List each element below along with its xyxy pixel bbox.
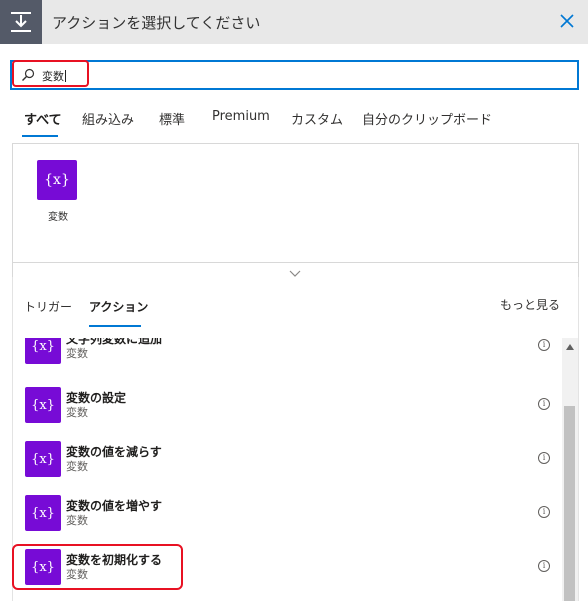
variable-icon: {x} <box>25 338 61 364</box>
tab-all[interactable]: すべて <box>24 109 62 128</box>
tab-triggers[interactable]: トリガー <box>24 298 72 315</box>
variable-icon: {x} <box>25 441 61 477</box>
action-subtitle: 変数 <box>66 347 88 360</box>
action-set-variable[interactable]: {x} 変数の設定 変数 i <box>12 387 562 441</box>
panel-divider <box>13 262 578 263</box>
tab-actions[interactable]: アクション <box>89 298 148 315</box>
search-input[interactable]: 変数 <box>10 60 579 90</box>
action-subtitle: 変数 <box>66 406 88 419</box>
dialog-header: アクションを選択してください <box>0 0 588 44</box>
scrollbar[interactable] <box>562 338 578 601</box>
action-subtitle: 変数 <box>66 514 88 527</box>
info-icon[interactable]: i <box>538 398 550 410</box>
scroll-up-arrow-icon[interactable] <box>566 344 574 350</box>
connector-variables[interactable]: {x} 変数 <box>37 160 79 223</box>
close-icon[interactable] <box>557 10 577 32</box>
dialog-title: アクションを選択してください <box>52 14 261 32</box>
tab-builtin[interactable]: 組み込み <box>82 109 134 128</box>
info-icon[interactable]: i <box>538 560 550 572</box>
scrollbar-thumb[interactable] <box>564 406 575 601</box>
info-icon[interactable]: i <box>538 452 550 464</box>
tab-custom[interactable]: カスタム <box>291 109 343 128</box>
active-tab-indicator <box>22 135 58 137</box>
variable-icon: {x} <box>25 495 61 531</box>
action-increment-variable[interactable]: {x} 変数の値を増やす 変数 i <box>12 495 562 549</box>
active-subtab-indicator <box>89 325 141 327</box>
action-insert-icon <box>0 0 42 44</box>
tab-standard[interactable]: 標準 <box>159 109 185 128</box>
variable-icon: {x} <box>25 387 61 423</box>
info-icon[interactable]: i <box>538 339 550 351</box>
connector-label: 変数 <box>48 212 68 223</box>
search-highlight-annotation <box>12 60 89 87</box>
tab-premium[interactable]: Premium <box>212 109 270 124</box>
see-more-link[interactable]: もっと見る <box>500 296 560 313</box>
action-subtitle: 変数 <box>66 460 88 473</box>
action-decrement-variable[interactable]: {x} 変数の値を減らす 変数 i <box>12 441 562 495</box>
action-highlight-annotation <box>12 544 183 590</box>
connector-panel: {x} 変数 <box>12 143 579 278</box>
variable-icon: {x} <box>37 160 77 200</box>
tab-my-clipboard[interactable]: 自分のクリップボード <box>362 109 492 128</box>
info-icon[interactable]: i <box>538 506 550 518</box>
action-append-to-string-variable[interactable]: {x} 文字列変数に追加 変数 i <box>12 338 562 382</box>
